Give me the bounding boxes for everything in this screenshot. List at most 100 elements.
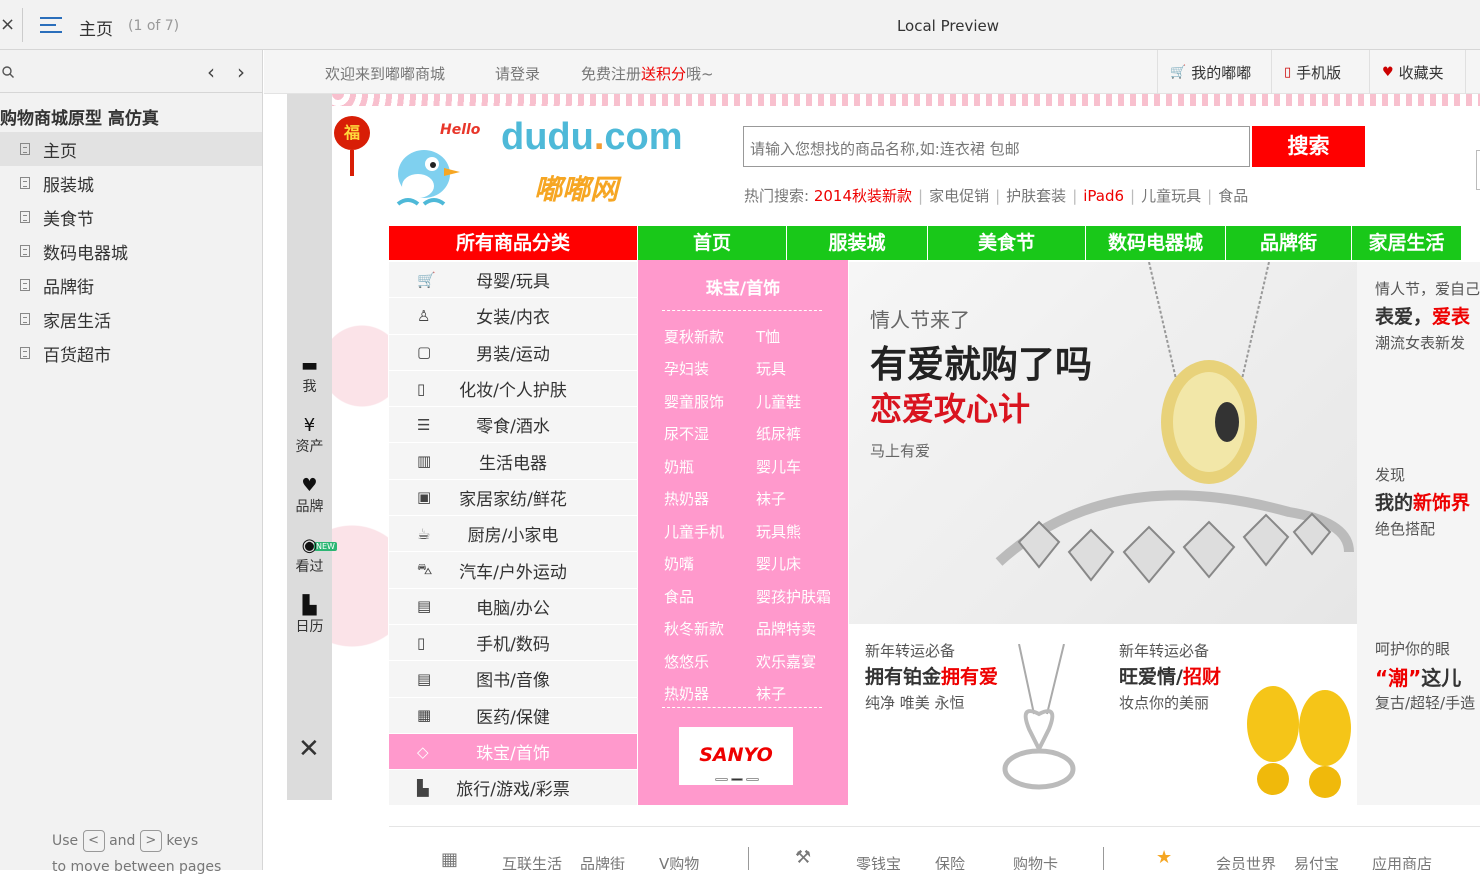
subcategory-link[interactable]: 婴童服饰 (664, 391, 756, 412)
subcategory-link[interactable]: 婴儿车 (756, 456, 801, 477)
brand-logo[interactable]: SANYO (679, 727, 793, 785)
category-item[interactable]: ▦ 医药/保健 (389, 698, 637, 734)
subcategory-row: 秋冬新款 品牌特卖 (664, 613, 834, 646)
category-item[interactable]: ⛍ 汽车/户外运动 (389, 552, 637, 589)
bottom-link[interactable]: 易付宝 (1294, 853, 1339, 870)
category-item[interactable]: ▣ 家居家纺/鲜花 (389, 480, 637, 517)
subcategory-link[interactable]: 婴儿床 (756, 553, 801, 574)
nav-tab[interactable]: 家居生活 (1351, 226, 1461, 260)
sidebar-page-item[interactable]: 服装城 (0, 166, 262, 200)
search-input[interactable]: 请输入您想找的商品名称,如:连衣裙 包邮 (743, 126, 1250, 167)
banner-eyebrow: 情人节来了 (870, 308, 970, 332)
bottom-link[interactable]: 零钱宝 (856, 853, 901, 870)
toolbar-item[interactable]: ▬ 我 (287, 356, 332, 396)
all-categories-tab[interactable]: 所有商品分类 (389, 226, 637, 260)
my-account-button[interactable]: 🛒 我的嘟嘟 (1157, 50, 1263, 94)
hero-banner[interactable]: 情人节来了 有爱就购了吗 恋爱攻心计 马上有爱 (849, 262, 1357, 624)
subcategory-link[interactable]: 食品 (664, 586, 756, 607)
bottom-link[interactable]: 品牌街 (580, 853, 625, 870)
subcategory-link[interactable]: 品牌特卖 (756, 618, 816, 639)
promo-gold[interactable]: 新年转运必备 旺爱情/招财 妆点你的美丽 (1103, 624, 1357, 805)
subcategory-link[interactable]: 秋冬新款 (664, 618, 756, 639)
hot-search-label: 热门搜索: (744, 187, 810, 205)
subcategory-link[interactable]: 玩具 (756, 358, 786, 379)
next-page-icon[interactable]: › (237, 60, 245, 84)
sidebar-page-label: 家居生活 (43, 311, 111, 332)
subcategory-link[interactable]: 夏秋新款 (664, 326, 756, 347)
close-icon[interactable]: ✕ (298, 734, 320, 764)
subcategory-link[interactable]: 袜子 (756, 488, 786, 509)
toolbar-item[interactable]: ¥ 资产 (287, 416, 332, 456)
search-icon[interactable] (2, 66, 14, 82)
subcategory-link[interactable]: 纸尿裤 (756, 423, 801, 444)
search-button[interactable]: 搜索 (1252, 126, 1365, 167)
category-item[interactable]: 🛒 母婴/玩具 (389, 262, 637, 299)
bottom-link[interactable]: 保险 (935, 853, 965, 870)
toolbar-item[interactable]: ◉ 看过 (287, 536, 332, 576)
nav-tab[interactable]: 数码电器城 (1085, 226, 1225, 260)
sidebar-page-item[interactable]: 品牌街 (0, 268, 262, 302)
nav-tab[interactable]: 美食节 (927, 226, 1085, 260)
hot-search-link[interactable]: 2014秋装新款 (814, 187, 912, 205)
toolbar-item[interactable]: ▙ 日历 (287, 596, 332, 636)
bottom-link[interactable]: 应用商店 (1372, 853, 1432, 870)
subcategory-link[interactable]: 热奶器 (664, 683, 756, 704)
subcategory-link[interactable]: 儿童手机 (664, 521, 756, 542)
sidebar-page-label: 服装城 (43, 175, 94, 196)
carousel-dots[interactable] (715, 778, 760, 782)
subcategory-link[interactable]: T恤 (756, 326, 780, 347)
subcategory-row: 热奶器 袜子 (664, 483, 834, 516)
hot-search-link[interactable]: 食品 (1218, 187, 1248, 205)
category-item[interactable]: ☕ 厨房/小家电 (389, 516, 637, 553)
hot-search-link[interactable]: iPad6 (1083, 187, 1124, 205)
subcategory-link[interactable]: 儿童鞋 (756, 391, 801, 412)
category-item[interactable]: ☰ 零食/酒水 (389, 407, 637, 444)
subcategory-link[interactable]: 欢乐嘉宴 (756, 651, 816, 672)
hot-search-link[interactable]: 护肤套装 (1006, 187, 1066, 205)
nav-tab[interactable]: 品牌街 (1225, 226, 1351, 260)
bottom-link[interactable]: 购物卡 (1013, 853, 1058, 870)
mobile-button[interactable]: ▯ 手机版 (1271, 50, 1353, 94)
login-link[interactable]: 请登录 (495, 63, 540, 84)
toolbar-item[interactable]: ♥ 品牌 (287, 476, 332, 516)
sidebar-page-item[interactable]: 百货超市 (0, 336, 262, 370)
subcategory-link[interactable]: 热奶器 (664, 488, 756, 509)
bottom-link[interactable]: V购物 (659, 853, 699, 870)
sidebar-page-item[interactable]: 主页 (0, 132, 262, 166)
sidebar-page-item[interactable]: 数码电器城 (0, 234, 262, 268)
category-item[interactable]: ▤ 图书/音像 (389, 661, 637, 698)
category-item[interactable]: ▢ 男装/运动 (389, 335, 637, 371)
promo-platinum[interactable]: 新年转运必备 拥有铂金拥有爱 纯净 唯美 永恒 (849, 624, 1103, 805)
category-item[interactable]: ♙ 女装/内衣 (389, 298, 637, 335)
favorites-button[interactable]: ♥ 收藏夹 (1369, 50, 1465, 94)
nav-tab[interactable]: 服装城 (786, 226, 927, 260)
subcategory-link[interactable]: 玩具熊 (756, 521, 801, 542)
hot-search-link[interactable]: 家电促销 (929, 187, 989, 205)
subcategory-link[interactable]: 奶瓶 (664, 456, 756, 477)
right-ad-column[interactable]: 情人节，爱自己 表爱，爱表 潮流女表新发 发现 我的新饰界 绝色搭配 呵护你的眼… (1357, 262, 1480, 805)
sidebar-page-label: 数码电器城 (43, 243, 128, 264)
category-item[interactable]: ▤ 电脑/办公 (389, 589, 637, 625)
subcategory-link[interactable]: 孕妇装 (664, 358, 756, 379)
bottom-link[interactable]: 会员世界 (1216, 853, 1276, 870)
category-label: 厨房/小家电 (467, 526, 559, 547)
category-item[interactable]: ▯ 手机/数码 (389, 625, 637, 662)
register-link[interactable]: 免费注册送积分哦~ (581, 63, 714, 84)
subcategory-link[interactable]: 袜子 (756, 683, 786, 704)
subcategory-link[interactable]: 奶嘴 (664, 553, 756, 574)
nav-tab[interactable]: 首页 (637, 226, 786, 260)
subcategory-link[interactable]: 尿不湿 (664, 423, 756, 444)
hot-search-link[interactable]: 儿童玩具 (1141, 187, 1201, 205)
logo-text[interactable]: dudu.com (501, 116, 683, 159)
subcategory-link[interactable]: 悠悠乐 (664, 651, 756, 672)
subcategory-link[interactable]: 婴孩护肤霜 (756, 586, 831, 607)
toolbar-icon: ▙ (302, 595, 317, 616)
bottom-link[interactable]: 互联生活 (502, 853, 562, 870)
category-item[interactable]: ▙ 旅行/游戏/彩票 (389, 770, 637, 807)
category-item[interactable]: ▥ 生活电器 (389, 443, 637, 480)
category-item[interactable]: ▯ 化妆/个人护肤 (389, 371, 637, 408)
sidebar-page-item[interactable]: 美食节 (0, 200, 262, 234)
category-item[interactable]: ◇ 珠宝/首饰 (389, 733, 637, 771)
prev-page-icon[interactable]: ‹ (207, 60, 215, 84)
sidebar-page-item[interactable]: 家居生活 (0, 302, 262, 336)
